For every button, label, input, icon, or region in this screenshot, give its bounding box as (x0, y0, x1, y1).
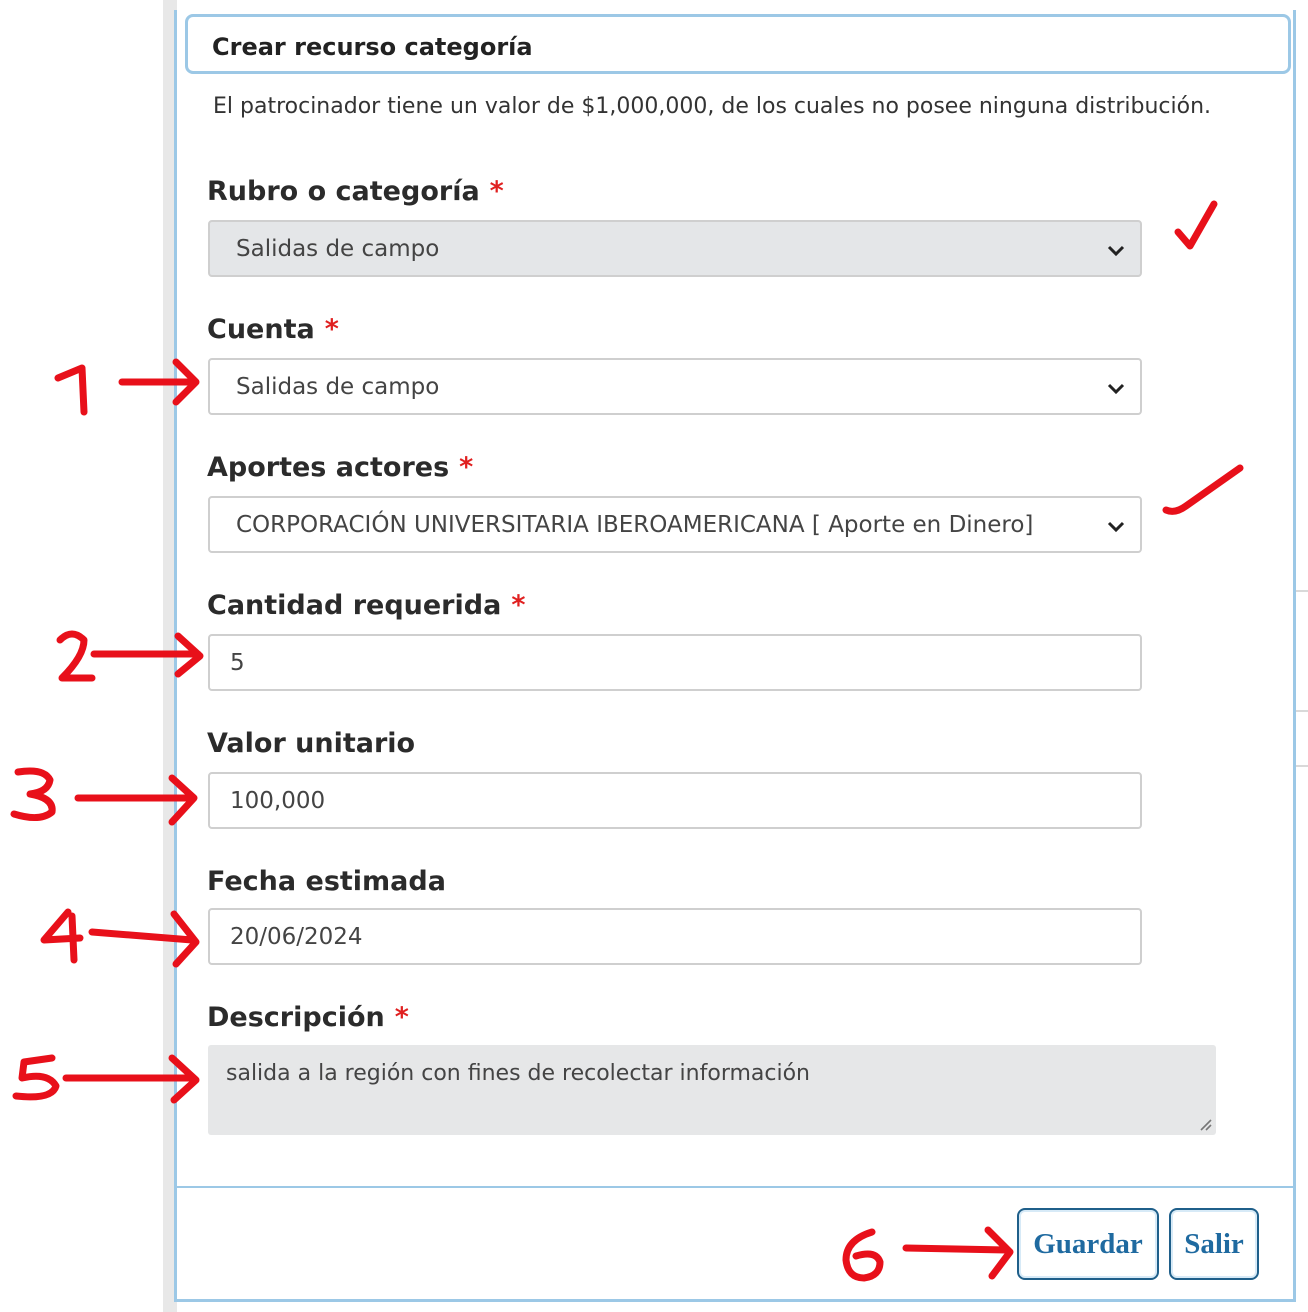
valor-unitario-label: Valor unitario (207, 728, 416, 759)
cuenta-select-value: Salidas de campo (236, 374, 440, 400)
cuenta-label: Cuenta * (207, 314, 339, 345)
footer-divider (177, 1186, 1293, 1188)
dialog-title: Crear recurso categoría (212, 33, 533, 61)
required-marker: * (459, 452, 474, 483)
save-button[interactable]: Guardar (1017, 1208, 1159, 1280)
exit-button[interactable]: Salir (1169, 1208, 1259, 1280)
fecha-input-value: 20/06/2024 (230, 924, 363, 950)
valor-unitario-input-value: 100,000 (230, 788, 326, 814)
annotation-number-2 (56, 630, 96, 682)
aportes-select[interactable]: CORPORACIÓN UNIVERSITARIA IBEROAMERICANA… (208, 496, 1142, 553)
required-marker: * (511, 590, 526, 621)
fecha-input[interactable]: 20/06/2024 (208, 908, 1142, 965)
required-marker: * (394, 1002, 409, 1033)
rubro-label: Rubro o categoría * (207, 176, 504, 207)
fecha-label: Fecha estimada (207, 866, 446, 897)
cantidad-input-value: 5 (230, 650, 245, 676)
annotation-number-1 (54, 364, 88, 416)
descripcion-textarea[interactable]: salida a la región con fines de recolect… (208, 1045, 1216, 1135)
background-divider (1296, 710, 1308, 712)
resize-grip-icon[interactable] (1196, 1115, 1212, 1131)
descripcion-textarea-value: salida a la región con fines de recolect… (226, 1061, 810, 1086)
chevron-down-icon (1107, 521, 1125, 533)
chevron-down-icon (1107, 245, 1125, 257)
annotation-number-5 (12, 1054, 60, 1101)
annotation-number-4 (40, 908, 84, 964)
required-marker: * (324, 314, 339, 345)
dialog-header: Crear recurso categoría (185, 14, 1291, 74)
create-resource-dialog: Crear recurso categoría El patrocinador … (174, 10, 1296, 1302)
cantidad-label: Cantidad requerida * (207, 590, 526, 621)
descripcion-label: Descripción * (207, 1002, 409, 1033)
background-divider (1296, 590, 1308, 592)
aportes-select-value: CORPORACIÓN UNIVERSITARIA IBEROAMERICANA… (236, 512, 1034, 538)
rubro-select-value: Salidas de campo (236, 236, 440, 262)
background-divider (1296, 765, 1308, 767)
chevron-down-icon (1107, 383, 1125, 395)
valor-unitario-input[interactable]: 100,000 (208, 772, 1142, 829)
rubro-select[interactable]: Salidas de campo (208, 220, 1142, 277)
required-marker: * (489, 176, 504, 207)
cantidad-input[interactable]: 5 (208, 634, 1142, 691)
aportes-label: Aportes actores * (207, 452, 474, 483)
sponsor-info-text: El patrocinador tiene un valor de $1,000… (213, 94, 1212, 119)
cuenta-select[interactable]: Salidas de campo (208, 358, 1142, 415)
annotation-number-3 (10, 767, 56, 821)
